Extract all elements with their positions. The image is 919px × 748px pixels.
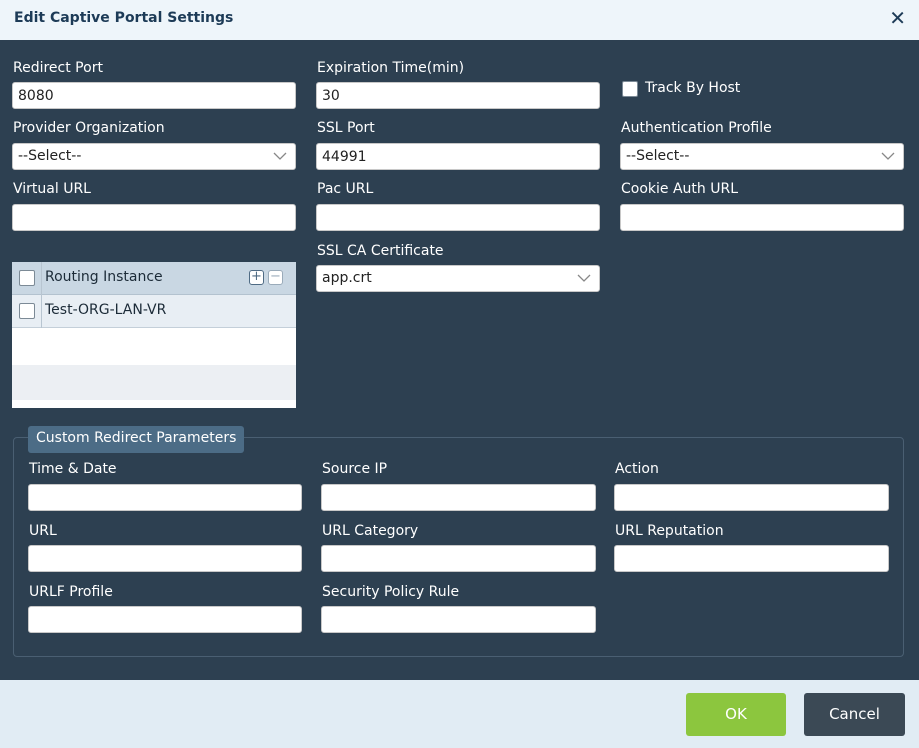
redirect-port-label: Redirect Port <box>13 60 103 76</box>
authentication-profile-label: Authentication Profile <box>621 120 772 136</box>
chevron-down-icon <box>577 274 591 282</box>
ssl-port-input[interactable] <box>316 143 600 170</box>
custom-redirect-legend: Custom Redirect Parameters <box>28 426 245 453</box>
routing-instance-grid: Routing Instance + − Test-ORG-LAN-VR <box>12 262 296 408</box>
chevron-down-icon <box>273 152 287 160</box>
action-input[interactable] <box>614 484 889 511</box>
minus-icon[interactable]: − <box>268 270 283 285</box>
routing-grid-header: Routing Instance + − <box>12 262 296 295</box>
url-reputation-label: URL Reputation <box>615 523 724 539</box>
cookie-auth-url-input[interactable] <box>620 204 904 231</box>
track-by-host-checkbox[interactable] <box>622 81 638 97</box>
row-checkbox[interactable] <box>19 303 35 319</box>
url-category-label: URL Category <box>322 523 419 539</box>
cookie-auth-url-label: Cookie Auth URL <box>621 181 739 197</box>
dialog-title-bar: Edit Captive Portal Settings ✕ <box>0 0 919 40</box>
ok-button[interactable]: OK <box>686 693 786 736</box>
security-policy-rule-input[interactable] <box>321 606 596 633</box>
ssl-port-label: SSL Port <box>317 120 375 136</box>
routing-instance-header: Routing Instance <box>45 269 163 285</box>
routing-instance-name: Test-ORG-LAN-VR <box>45 302 167 318</box>
provider-organization-select[interactable]: --Select-- <box>12 143 296 170</box>
time-date-label: Time & Date <box>29 461 117 477</box>
pac-url-label: Pac URL <box>317 181 374 197</box>
security-policy-rule-label: Security Policy Rule <box>322 584 460 600</box>
time-date-input[interactable] <box>28 484 302 511</box>
track-by-host-label: Track By Host <box>645 80 741 96</box>
url-label: URL <box>29 523 57 539</box>
ssl-ca-certificate-label: SSL CA Certificate <box>317 243 444 259</box>
select-all-checkbox[interactable] <box>19 270 35 286</box>
source-ip-label: Source IP <box>322 461 388 477</box>
virtual-url-input[interactable] <box>12 204 296 231</box>
url-input[interactable] <box>28 545 302 572</box>
urlf-profile-label: URLF Profile <box>29 584 113 600</box>
url-category-input[interactable] <box>321 545 596 572</box>
close-icon[interactable]: ✕ <box>889 8 906 28</box>
source-ip-input[interactable] <box>321 484 596 511</box>
table-row[interactable]: Test-ORG-LAN-VR <box>12 295 296 328</box>
authentication-profile-selected: --Select-- <box>626 148 690 164</box>
empty-row-stripe <box>12 365 296 400</box>
redirect-port-input[interactable] <box>12 82 296 109</box>
virtual-url-label: Virtual URL <box>13 181 91 197</box>
action-label: Action <box>615 461 659 477</box>
pac-url-input[interactable] <box>316 204 600 231</box>
expiration-time-input[interactable] <box>316 82 600 109</box>
expiration-time-label: Expiration Time(min) <box>317 60 465 76</box>
ssl-ca-certificate-select[interactable]: app.crt <box>316 265 600 292</box>
provider-organization-selected: --Select-- <box>18 148 82 164</box>
ssl-ca-certificate-selected: app.crt <box>322 270 372 286</box>
provider-organization-label: Provider Organization <box>13 120 165 136</box>
column-divider <box>41 262 42 328</box>
cancel-button[interactable]: Cancel <box>804 693 905 736</box>
url-reputation-input[interactable] <box>614 545 889 572</box>
authentication-profile-select[interactable]: --Select-- <box>620 143 904 170</box>
edit-captive-portal-dialog: Edit Captive Portal Settings ✕ Redirect … <box>0 0 919 748</box>
chevron-down-icon <box>881 152 895 160</box>
urlf-profile-input[interactable] <box>28 606 302 633</box>
plus-icon[interactable]: + <box>249 270 264 285</box>
dialog-title: Edit Captive Portal Settings <box>14 10 234 26</box>
